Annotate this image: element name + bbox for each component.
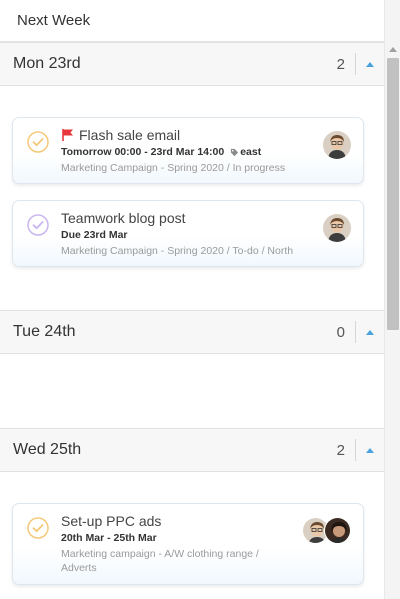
flag-icon xyxy=(62,129,73,141)
task-date-range: 20th Mar - 25th Mar xyxy=(61,532,157,544)
task-dates: Due 23rd Mar xyxy=(61,229,313,241)
empty-day-body xyxy=(0,354,384,428)
page-title: Next Week xyxy=(0,0,384,42)
check-circle-icon[interactable] xyxy=(26,213,50,237)
chevron-up-icon xyxy=(366,329,374,335)
next-week-panel: Next Week Mon 23rd 2 Flash sale email To… xyxy=(0,0,384,599)
task-count: 2 xyxy=(336,55,345,73)
task-card[interactable]: Teamwork blog post Due 23rd Mar Marketin… xyxy=(12,200,364,267)
task-tag[interactable]: east xyxy=(240,146,261,158)
day-section-tue: Tue 24th 0 xyxy=(0,310,384,428)
task-path: Marketing campaign - A/W clothing range … xyxy=(61,547,303,575)
collapse-button[interactable] xyxy=(356,311,384,353)
avatar[interactable] xyxy=(323,214,351,242)
task-count: 2 xyxy=(336,441,345,459)
task-title[interactable]: Teamwork blog post xyxy=(61,210,186,226)
check-circle-icon[interactable] xyxy=(26,130,50,154)
task-card[interactable]: Set-up PPC ads 20th Mar - 25th Mar Marke… xyxy=(12,503,364,585)
avatar[interactable] xyxy=(324,517,351,544)
day-title: Mon 23rd xyxy=(13,55,81,72)
tag-icon xyxy=(231,148,239,156)
task-card[interactable]: Flash sale email Tomorrow 00:00 - 23rd M… xyxy=(12,117,364,184)
day-header-tue[interactable]: Tue 24th 0 xyxy=(0,310,384,354)
task-date-range: Tomorrow 00:00 - 23rd Mar 14:00 xyxy=(61,146,225,158)
day-section-mon: Mon 23rd 2 Flash sale email Tomorrow 00:… xyxy=(0,42,384,310)
collapse-button[interactable] xyxy=(356,43,384,85)
task-path-line: Marketing campaign - A/W clothing range … xyxy=(61,548,259,560)
task-path: Marketing Campaign - Spring 2020 / To-do… xyxy=(61,245,294,257)
day-title: Wed 25th xyxy=(13,441,82,458)
task-dates: 20th Mar - 25th Mar xyxy=(61,532,303,544)
day-title: Tue 24th xyxy=(13,323,76,340)
collapse-button[interactable] xyxy=(356,429,384,471)
task-date-range: Due 23rd Mar xyxy=(61,229,128,241)
task-dates: Tomorrow 00:00 - 23rd Mar 14:00 east xyxy=(61,146,313,158)
task-title[interactable]: Set-up PPC ads xyxy=(61,513,161,529)
scrollbar[interactable] xyxy=(384,0,400,599)
task-count: 0 xyxy=(336,323,345,341)
day-header-mon[interactable]: Mon 23rd 2 xyxy=(0,42,384,86)
check-circle-icon[interactable] xyxy=(26,516,50,540)
scroll-up-icon[interactable] xyxy=(389,47,397,52)
chevron-up-icon xyxy=(366,61,374,67)
chevron-up-icon xyxy=(366,447,374,453)
day-section-wed: Wed 25th 2 Set-up PPC ads 20th Mar - 25t… xyxy=(0,428,384,599)
task-title[interactable]: Flash sale email xyxy=(79,127,180,143)
task-path-line: Adverts xyxy=(61,562,97,574)
avatar[interactable] xyxy=(323,131,351,159)
scroll-thumb[interactable] xyxy=(387,58,399,330)
task-path: Marketing Campaign - Spring 2020 / In pr… xyxy=(61,162,286,174)
day-header-wed[interactable]: Wed 25th 2 xyxy=(0,428,384,472)
